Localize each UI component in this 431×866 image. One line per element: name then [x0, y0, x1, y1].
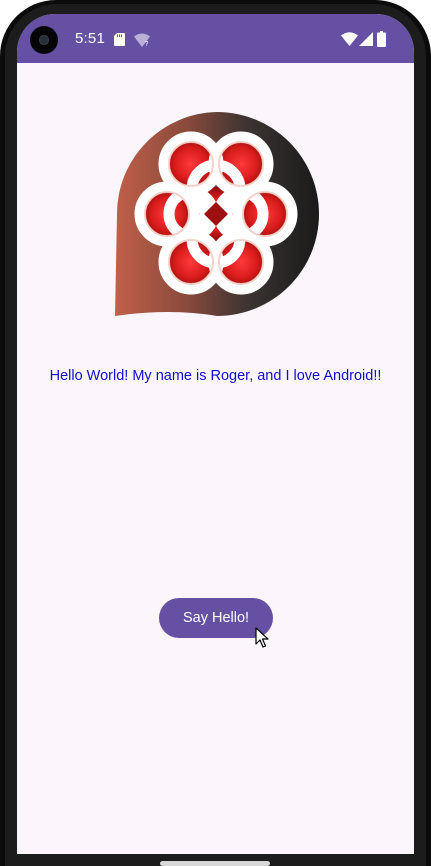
mouse-cursor-icon — [255, 627, 269, 648]
sd-card-icon — [114, 33, 125, 46]
knot-logo-icon — [115, 112, 319, 316]
status-time: 5:51 — [75, 30, 105, 47]
greeting-text: Hello World! My name is Roger, and I lov… — [49, 368, 382, 384]
wifi-question-icon: ? — [134, 33, 150, 47]
camera-cutout — [30, 26, 58, 54]
app-screen: 5:51 ? Hello World! My name is Roger, an… — [17, 14, 414, 854]
gesture-nav-handle[interactable] — [160, 861, 270, 866]
status-bar: 5:51 ? — [17, 14, 414, 63]
battery-icon — [377, 31, 386, 47]
wifi-icon — [341, 32, 358, 46]
cell-signal-icon — [359, 32, 373, 46]
svg-text:?: ? — [145, 41, 149, 47]
